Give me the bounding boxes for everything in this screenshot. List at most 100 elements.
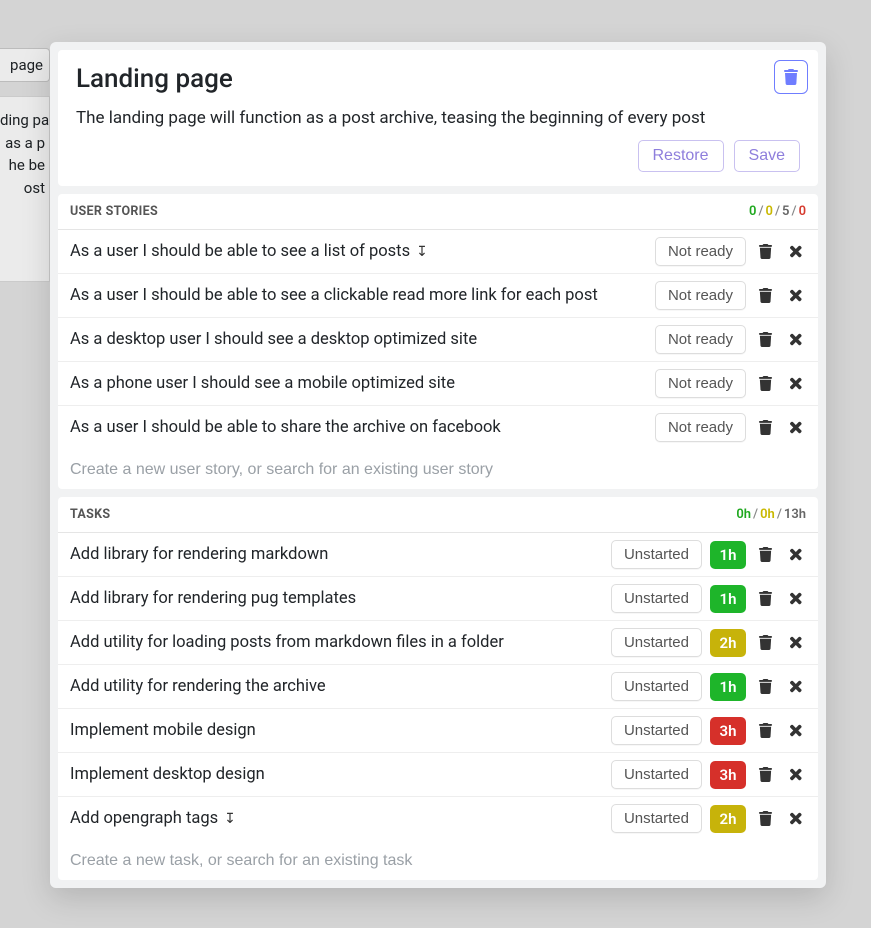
hours-badge[interactable]: 1h bbox=[710, 585, 746, 613]
task-create-row bbox=[58, 840, 818, 880]
archive-button[interactable] bbox=[754, 373, 776, 395]
trash-icon bbox=[758, 420, 773, 435]
status-button[interactable]: Unstarted bbox=[611, 716, 702, 745]
hours-badge[interactable]: 3h bbox=[710, 717, 746, 745]
close-icon bbox=[788, 376, 803, 391]
count-green: 0h bbox=[736, 507, 751, 522]
hours-badge[interactable]: 1h bbox=[710, 541, 746, 569]
count-yellow: 0 bbox=[766, 204, 773, 219]
task-text[interactable]: Add utility for rendering the archive ↧ bbox=[70, 677, 603, 696]
count-yellow: 0h bbox=[760, 507, 775, 522]
page-title[interactable]: Landing page bbox=[76, 64, 760, 94]
trash-icon bbox=[758, 288, 773, 303]
archive-button[interactable] bbox=[754, 764, 776, 786]
header-card: Landing page The landing page will funct… bbox=[58, 50, 818, 186]
task-row: Implement mobile design ↧ Unstarted 3h bbox=[58, 709, 818, 753]
task-text[interactable]: Add utility for loading posts from markd… bbox=[70, 633, 603, 652]
archive-button[interactable] bbox=[754, 241, 776, 263]
archive-button[interactable] bbox=[754, 632, 776, 654]
save-button[interactable]: Save bbox=[734, 140, 800, 172]
remove-button[interactable] bbox=[784, 417, 806, 439]
hours-badge[interactable]: 2h bbox=[710, 629, 746, 657]
remove-button[interactable] bbox=[784, 808, 806, 830]
user-story-text[interactable]: As a desktop user I should see a desktop… bbox=[70, 330, 647, 349]
count-gray: 5 bbox=[782, 204, 789, 219]
remove-button[interactable] bbox=[784, 676, 806, 698]
archive-button[interactable] bbox=[754, 720, 776, 742]
user-story-row: As a user I should be able to share the … bbox=[58, 406, 818, 449]
close-icon bbox=[788, 547, 803, 562]
task-text[interactable]: Implement desktop design ↧ bbox=[70, 765, 603, 784]
task-row: Add library for rendering markdown ↧ Uns… bbox=[58, 533, 818, 577]
user-story-row: As a phone user I should see a mobile op… bbox=[58, 362, 818, 406]
hours-badge[interactable]: 2h bbox=[710, 805, 746, 833]
tasks-title: TASKS bbox=[70, 507, 110, 522]
status-button[interactable]: Not ready bbox=[655, 237, 746, 266]
close-icon bbox=[788, 635, 803, 650]
user-story-text[interactable]: As a user I should be able to share the … bbox=[70, 418, 647, 437]
archive-button[interactable] bbox=[754, 544, 776, 566]
archive-button[interactable] bbox=[754, 285, 776, 307]
user-story-create-input[interactable] bbox=[70, 461, 806, 479]
user-story-text[interactable]: As a user I should be able to see a clic… bbox=[70, 286, 647, 305]
status-button[interactable]: Not ready bbox=[655, 369, 746, 398]
user-story-row: As a user I should be able to see a list… bbox=[58, 230, 818, 274]
status-button[interactable]: Unstarted bbox=[611, 628, 702, 657]
task-row: Add opengraph tags ↧ Unstarted 2h bbox=[58, 797, 818, 840]
remove-button[interactable] bbox=[784, 544, 806, 566]
remove-button[interactable] bbox=[784, 588, 806, 610]
tasks-counts: 0h/0h/13h bbox=[736, 507, 806, 522]
user-story-create-row bbox=[58, 449, 818, 489]
task-row: Add library for rendering pug templates … bbox=[58, 577, 818, 621]
archive-button[interactable] bbox=[754, 808, 776, 830]
expand-icon[interactable]: ↧ bbox=[416, 244, 428, 260]
trash-icon bbox=[758, 767, 773, 782]
remove-button[interactable] bbox=[784, 329, 806, 351]
remove-button[interactable] bbox=[784, 720, 806, 742]
status-button[interactable]: Not ready bbox=[655, 325, 746, 354]
remove-button[interactable] bbox=[784, 764, 806, 786]
task-text[interactable]: Add opengraph tags ↧ bbox=[70, 809, 603, 828]
count-green: 0 bbox=[749, 204, 756, 219]
user-stories-section: USER STORIES 0/0/5/0 As a user I should … bbox=[58, 194, 818, 489]
close-icon bbox=[788, 811, 803, 826]
task-text[interactable]: Add library for rendering pug templates … bbox=[70, 589, 603, 608]
archive-button[interactable] bbox=[754, 329, 776, 351]
trash-icon bbox=[783, 69, 799, 85]
delete-button[interactable] bbox=[774, 60, 808, 94]
status-button[interactable]: Unstarted bbox=[611, 760, 702, 789]
hours-badge[interactable]: 3h bbox=[710, 761, 746, 789]
task-text[interactable]: Implement mobile design ↧ bbox=[70, 721, 603, 740]
page-description[interactable]: The landing page will function as a post… bbox=[76, 108, 760, 128]
close-icon bbox=[788, 679, 803, 694]
status-button[interactable]: Unstarted bbox=[611, 584, 702, 613]
status-button[interactable]: Unstarted bbox=[611, 540, 702, 569]
status-button[interactable]: Not ready bbox=[655, 281, 746, 310]
remove-button[interactable] bbox=[784, 285, 806, 307]
status-button[interactable]: Unstarted bbox=[611, 804, 702, 833]
restore-button[interactable]: Restore bbox=[638, 140, 724, 172]
expand-icon[interactable]: ↧ bbox=[224, 811, 236, 827]
task-create-input[interactable] bbox=[70, 852, 806, 870]
user-story-text[interactable]: As a phone user I should see a mobile op… bbox=[70, 374, 647, 393]
remove-button[interactable] bbox=[784, 373, 806, 395]
status-button[interactable]: Not ready bbox=[655, 413, 746, 442]
close-icon bbox=[788, 288, 803, 303]
user-story-row: As a desktop user I should see a desktop… bbox=[58, 318, 818, 362]
task-row: Implement desktop design ↧ Unstarted 3h bbox=[58, 753, 818, 797]
trash-icon bbox=[758, 244, 773, 259]
user-story-text[interactable]: As a user I should be able to see a list… bbox=[70, 242, 647, 261]
trash-icon bbox=[758, 332, 773, 347]
trash-icon bbox=[758, 811, 773, 826]
header-actions: Restore Save bbox=[76, 140, 800, 172]
remove-button[interactable] bbox=[784, 632, 806, 654]
task-text[interactable]: Add library for rendering markdown ↧ bbox=[70, 545, 603, 564]
archive-button[interactable] bbox=[754, 417, 776, 439]
close-icon bbox=[788, 723, 803, 738]
remove-button[interactable] bbox=[784, 241, 806, 263]
hours-badge[interactable]: 1h bbox=[710, 673, 746, 701]
archive-button[interactable] bbox=[754, 676, 776, 698]
close-icon bbox=[788, 244, 803, 259]
archive-button[interactable] bbox=[754, 588, 776, 610]
status-button[interactable]: Unstarted bbox=[611, 672, 702, 701]
